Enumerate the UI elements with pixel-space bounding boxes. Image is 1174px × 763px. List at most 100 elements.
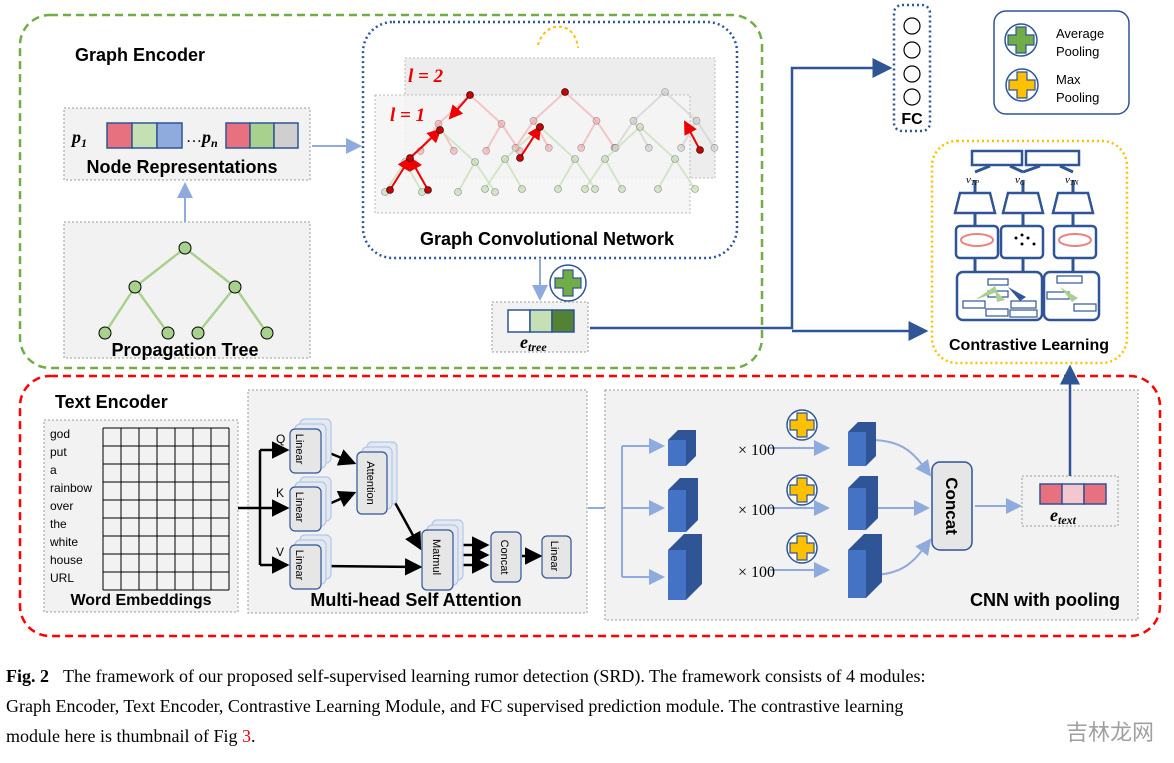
legend-max-line2: Pooling	[1056, 90, 1099, 105]
gcn-node	[618, 185, 626, 193]
node-representations-label: Node Representations	[86, 157, 277, 177]
word-embeddings-box: god put a rainbow over the white house U…	[43, 419, 239, 613]
gcn-node	[671, 155, 679, 163]
times-100-label: × 100	[738, 502, 775, 519]
gcn-node	[581, 185, 589, 193]
watermark: 吉林龙网	[1066, 721, 1154, 746]
word: put	[50, 445, 67, 459]
gcn-node	[471, 158, 479, 166]
word: rainbow	[50, 481, 92, 495]
pn-label: p	[200, 127, 211, 147]
gcn-active-node	[436, 126, 444, 134]
vector-cell	[106, 122, 133, 149]
gcn-active-node	[536, 123, 544, 131]
gcn-node	[434, 120, 443, 128]
word: god	[50, 427, 70, 441]
gcn-node	[636, 123, 644, 131]
gcn-node	[654, 185, 662, 193]
e-tree-label: e	[520, 332, 528, 352]
gcn-node	[710, 144, 719, 152]
svg-text:vTP: vTP	[966, 174, 980, 187]
legend-max-line1: Max	[1056, 72, 1081, 87]
linear-v-block: Linear	[293, 550, 305, 581]
gcn-node	[601, 155, 609, 163]
svg-text:vG: vG	[1015, 174, 1025, 187]
gcn-node	[482, 147, 491, 155]
vector-cell	[273, 122, 299, 149]
gcn-active-node	[696, 146, 704, 154]
vector-cell	[131, 122, 158, 149]
contrastive-learning-module: vTP vG vTN Contrastive Learning	[930, 139, 1129, 365]
gcn-node	[644, 144, 653, 152]
gcn-node	[497, 120, 506, 128]
concat-label: Concat	[942, 477, 961, 535]
propagation-tree-box: Propagation Tree	[63, 221, 311, 360]
fc-label: FC	[901, 111, 923, 128]
svg-text:module here is thumbnail of Fi: module here is thumbnail of Fig 3.	[6, 726, 255, 746]
figure-caption: Fig. 2 The framework of our proposed self…	[6, 666, 925, 746]
gcn-node	[571, 155, 579, 163]
average-pooling-icon	[1004, 23, 1038, 57]
gcn-active-node	[386, 186, 394, 194]
vector-cell	[249, 122, 275, 149]
figure-number: Fig. 2	[6, 666, 49, 686]
attention-block: Attention	[364, 461, 376, 504]
text-encoder-title: Text Encoder	[55, 392, 168, 412]
matmul-block: Matmul	[430, 539, 442, 575]
legend-average-line1: Average	[1056, 26, 1104, 41]
layer-2-label: l = 2	[408, 66, 444, 87]
word: house	[50, 553, 83, 567]
gcn-node	[677, 144, 686, 152]
v-label: V	[276, 545, 284, 559]
fc-module: FC	[892, 3, 932, 133]
gcn-node	[592, 117, 601, 125]
gcn-node	[692, 117, 701, 125]
graph-encoder-module: Graph Encoder p1 … pn Node Representatio…	[18, 13, 764, 370]
legend: Average Pooling Max Pooling	[993, 10, 1130, 115]
figure-reference-link[interactable]: 3	[242, 726, 251, 746]
gcn-node	[544, 144, 553, 152]
srd-framework-figure: Graph Encoder p1 … pn Node Representatio…	[6, 3, 1162, 746]
gcn-node	[491, 188, 499, 196]
linear-out-block: Linear	[548, 541, 560, 572]
word: a	[50, 463, 57, 477]
mhsa-label: Multi-head Self Attention	[310, 590, 521, 610]
svg-text:Fig. 2The framework of our pro: Fig. 2 The framework of our proposed self…	[6, 666, 925, 687]
caption-line-2: Graph Encoder, Text Encoder, Contrastive…	[6, 696, 903, 716]
linear-q-block: Linear	[293, 434, 305, 465]
cnn-label: CNN with pooling	[970, 590, 1120, 610]
concat-block: Concat	[498, 540, 510, 575]
gcn-node	[661, 88, 669, 96]
gcn-label: Graph Convolutional Network	[420, 229, 675, 249]
max-pooling-icon	[1005, 68, 1039, 102]
loop-arrow	[537, 25, 579, 49]
k-label: K	[276, 486, 284, 500]
times-100-label: × 100	[738, 564, 775, 581]
q-label: Q	[276, 432, 285, 446]
max-pooling-icon	[786, 474, 818, 506]
gcn-node	[691, 185, 699, 193]
e-text-label: e	[1050, 505, 1058, 525]
gcn-node	[501, 155, 509, 163]
gcn-node	[529, 117, 538, 125]
gcn-node	[454, 188, 462, 196]
graph-encoder-title: Graph Encoder	[75, 45, 205, 65]
contrastive-learning-label: Contrastive Learning	[949, 337, 1109, 354]
gcn-node	[481, 185, 489, 193]
text-encoder-module: Text Encoder god put a rainbow over the …	[18, 364, 1162, 638]
caption-line-3: module here is thumbnail of Fig	[6, 726, 242, 746]
legend-average-line2: Pooling	[1056, 44, 1099, 59]
svg-text:vTN: vTN	[1065, 174, 1079, 187]
node-representations-box: p1 … pn Node Representations	[63, 107, 311, 181]
gcn-active-node	[561, 88, 569, 96]
gcn-active-node	[406, 154, 414, 162]
gcn-active-node	[516, 154, 524, 162]
gcn-node	[518, 185, 526, 193]
propagation-tree-label: Propagation Tree	[111, 340, 258, 360]
word: over	[50, 499, 73, 513]
caption-line-1: The framework of our proposed self-super…	[63, 666, 925, 687]
gcn-active-node	[466, 91, 474, 99]
max-pooling-icon	[786, 532, 818, 564]
max-pooling-icon	[786, 409, 818, 441]
ellipsis: …	[186, 129, 202, 146]
